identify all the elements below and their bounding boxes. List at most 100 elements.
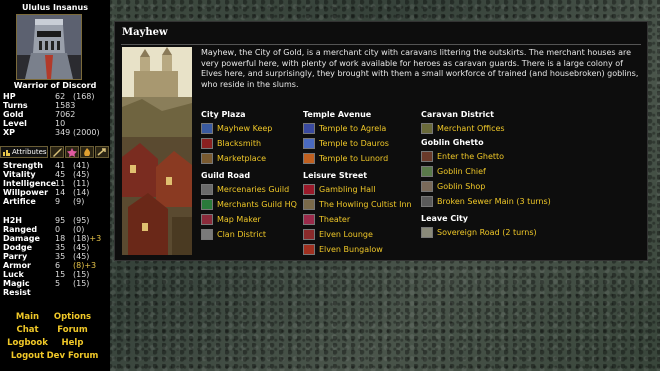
combat-value: 15	[55, 270, 66, 279]
link-theater[interactable]: Theater	[303, 212, 412, 227]
tab-equipment[interactable]	[50, 146, 64, 158]
stat-label: Gold	[3, 110, 24, 119]
link-mayhew-keep[interactable]: Mayhew Keep	[201, 121, 297, 136]
location-description: Mayhew, the City of Gold, is a merchant …	[201, 48, 639, 89]
combat-row-magic-resist: Magic Resist 5 (15)	[3, 279, 109, 297]
combat-max: (15)	[73, 279, 90, 288]
link-enter-ghetto[interactable]: Enter the Ghetto	[421, 149, 551, 164]
link-label: Blacksmith	[217, 139, 262, 148]
coin-icon	[201, 199, 213, 210]
combat-max: (0)	[73, 225, 85, 234]
link-merchant-offices[interactable]: Merchant Offices	[421, 121, 551, 136]
attr-value: 11	[55, 179, 66, 188]
district-leisure-street-title: Leisure Street	[303, 171, 368, 180]
attr-max: (45)	[73, 170, 90, 179]
sewer-icon	[421, 196, 433, 207]
tab-spells[interactable]	[65, 146, 79, 158]
stat-row-gold: Gold 7062	[3, 110, 109, 119]
menu-help-link[interactable]: Help	[45, 338, 100, 348]
combat-max: (15)	[73, 270, 90, 279]
link-sovereign-road[interactable]: Sovereign Road (2 turns)	[421, 225, 551, 240]
map-icon	[201, 214, 213, 225]
combat-value: 35	[55, 252, 66, 261]
link-label: Map Maker	[217, 215, 261, 224]
link-gambling-hall[interactable]: Gambling Hall	[303, 182, 412, 197]
link-mercenaries-guild[interactable]: Mercenaries Guild	[201, 182, 297, 197]
menu-devforum-link[interactable]: Dev Forum	[45, 351, 100, 361]
link-howling-cultist-inn[interactable]: The Howling Cultist Inn	[303, 197, 412, 212]
combat-label: Ranged	[3, 225, 38, 234]
district-guild-road-title: Guild Road	[201, 171, 251, 180]
attr-label: Artifice	[3, 197, 36, 206]
dice-icon	[303, 184, 315, 195]
road-icon	[421, 227, 433, 238]
tab-attributes[interactable]: Attributes	[0, 146, 48, 158]
link-marketplace[interactable]: Marketplace	[201, 151, 297, 166]
attr-label: Vitality	[3, 170, 36, 179]
stat-label: HP	[3, 92, 16, 101]
link-blacksmith[interactable]: Blacksmith	[201, 136, 297, 151]
link-label: The Howling Cultist Inn	[319, 200, 412, 209]
combat-label: Luck	[3, 270, 24, 279]
combat-row-ranged: Ranged 0 (0)	[3, 225, 109, 234]
flame-icon	[84, 148, 91, 156]
link-clan-district[interactable]: Clan District	[201, 227, 297, 242]
combat-max-value: (8)	[73, 261, 85, 270]
combat-row-dodge: Dodge 35 (45)	[3, 243, 109, 252]
link-goblin-shop[interactable]: Goblin Shop	[421, 179, 551, 194]
attr-label: Intelligence	[3, 179, 57, 188]
city-illustration	[122, 47, 192, 255]
link-elven-lounge[interactable]: Elven Lounge	[303, 227, 412, 242]
link-map-maker[interactable]: Map Maker	[201, 212, 297, 227]
link-label: Enter the Ghetto	[437, 152, 505, 161]
stat-label: XP	[3, 128, 16, 137]
link-label: Merchant Offices	[437, 124, 505, 133]
column-3: Caravan District Merchant Offices Goblin…	[421, 109, 551, 240]
stat-row-level: Level 10	[3, 119, 109, 128]
link-label: Merchants Guild HQ	[217, 200, 297, 209]
attr-row-willpower: Willpower 14 (14)	[3, 188, 109, 197]
link-temple-agrela[interactable]: Temple to Agrela	[303, 121, 412, 136]
attr-max: (14)	[73, 188, 90, 197]
combat-label: H2H	[3, 216, 22, 225]
stat-value: 1583	[55, 101, 76, 110]
sword-icon	[53, 148, 62, 157]
link-label: Gambling Hall	[319, 185, 376, 194]
link-temple-lunord[interactable]: Temple to Lunord	[303, 151, 412, 166]
attr-max: (41)	[73, 161, 90, 170]
link-label: Goblin Chief	[437, 167, 486, 176]
stat-max: (2000)	[73, 128, 100, 137]
link-label: Broken Sewer Main (3 turns)	[437, 197, 551, 206]
keep-icon	[201, 123, 213, 134]
district-leave-city-title: Leave City	[421, 214, 468, 223]
combat-value: 6	[55, 261, 61, 270]
link-goblin-chief[interactable]: Goblin Chief	[421, 164, 551, 179]
tab-attributes-label: Attributes	[12, 148, 47, 156]
link-label: Goblin Shop	[437, 182, 486, 191]
link-elven-bungalow[interactable]: Elven Bungalow	[303, 242, 412, 257]
stat-max: (168)	[73, 92, 95, 101]
attr-row-intelligence: Intelligence 11 (11)	[3, 179, 109, 188]
link-label: Theater	[319, 215, 351, 224]
tab-misc[interactable]	[95, 146, 109, 158]
combat-value: 5	[55, 279, 61, 288]
menu-forum-link[interactable]: Forum	[45, 325, 100, 335]
link-label: Temple to Agrela	[319, 124, 387, 133]
shop-icon	[421, 181, 433, 192]
combat-bonus: +3	[89, 234, 102, 243]
tab-skills[interactable]	[80, 146, 94, 158]
sidebar-tabs: Attributes	[0, 146, 110, 158]
attr-value: 41	[55, 161, 66, 170]
combat-value: 18	[55, 234, 66, 243]
link-broken-sewer-main[interactable]: Broken Sewer Main (3 turns)	[421, 194, 551, 209]
link-temple-dauros[interactable]: Temple to Dauros	[303, 136, 412, 151]
district-goblin-ghetto-title: Goblin Ghetto	[421, 138, 484, 147]
combat-value: 95	[55, 216, 66, 225]
menu-options-link[interactable]: Options	[45, 312, 100, 322]
link-merchants-guild-hq[interactable]: Merchants Guild HQ	[201, 197, 297, 212]
combat-label: Parry	[3, 252, 28, 261]
district-temple-avenue-title: Temple Avenue	[303, 110, 372, 119]
link-label: Temple to Dauros	[319, 139, 389, 148]
column-2: Temple Avenue Temple to Agrela Temple to…	[303, 109, 412, 257]
banner-icon	[201, 229, 213, 240]
